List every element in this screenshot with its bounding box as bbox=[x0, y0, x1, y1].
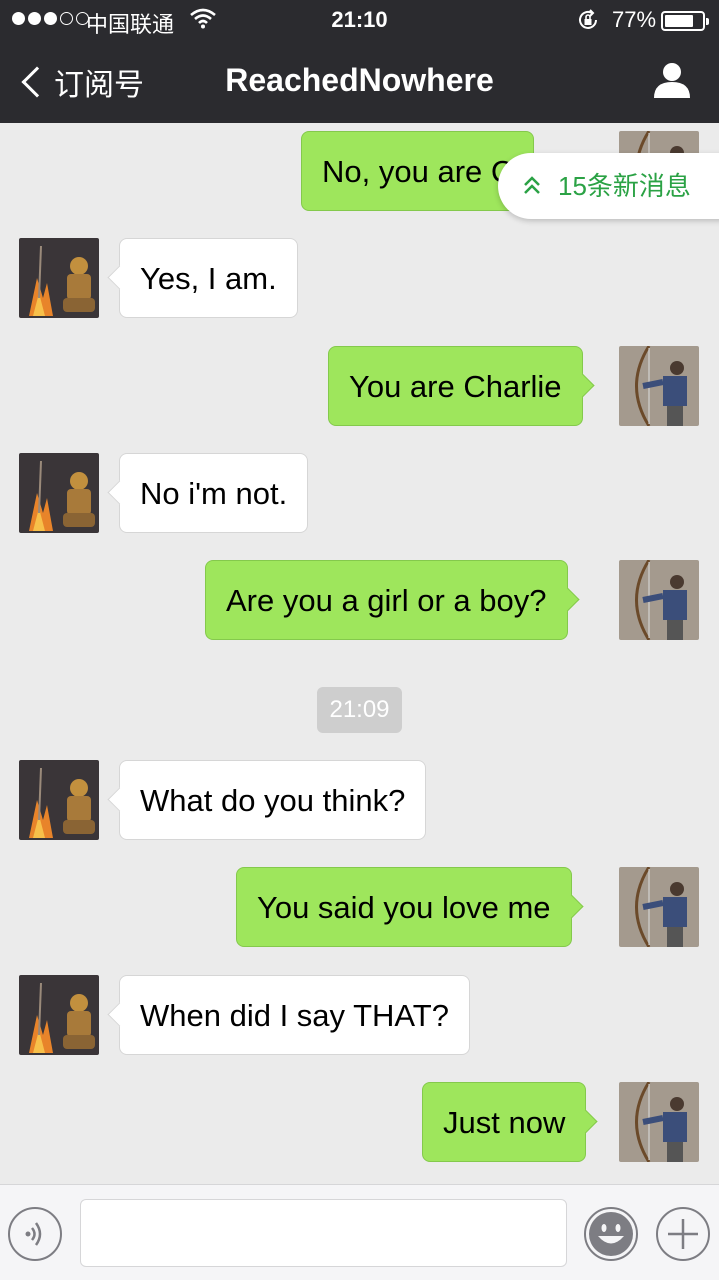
more-button[interactable] bbox=[656, 1207, 710, 1261]
outgoing-message-bubble[interactable]: Are you a girl or a boy? bbox=[205, 560, 568, 640]
rotation-lock-icon bbox=[576, 8, 600, 38]
input-bar bbox=[0, 1184, 719, 1280]
contact-avatar[interactable] bbox=[19, 975, 99, 1055]
person-icon bbox=[654, 63, 690, 98]
chat-history[interactable]: No, you are C Yes, I am. You are Charlie… bbox=[0, 123, 719, 1184]
outgoing-message-bubble[interactable]: Just now bbox=[422, 1082, 587, 1162]
chat-info-button[interactable] bbox=[652, 60, 692, 100]
my-avatar[interactable] bbox=[619, 560, 699, 640]
emoji-button[interactable] bbox=[584, 1207, 638, 1261]
outgoing-message-bubble[interactable]: You are Charlie bbox=[328, 346, 583, 426]
outgoing-message-bubble[interactable]: You said you love me bbox=[236, 867, 572, 947]
incoming-message-bubble[interactable]: No i'm not. bbox=[119, 453, 309, 533]
voice-icon bbox=[25, 1222, 42, 1246]
incoming-message-bubble[interactable]: What do you think? bbox=[119, 760, 427, 840]
top-bar: 中国联通 21:10 77% 订阅号 ReachedNowhere bbox=[0, 0, 719, 123]
contact-avatar[interactable] bbox=[19, 760, 99, 840]
my-avatar[interactable] bbox=[619, 867, 699, 947]
outgoing-message-bubble[interactable]: No, you are C bbox=[301, 131, 535, 211]
chat-title: ReachedNowhere bbox=[225, 62, 494, 98]
contact-avatar[interactable] bbox=[19, 453, 99, 533]
incoming-message-bubble[interactable]: When did I say THAT? bbox=[119, 975, 470, 1055]
time-divider: 21:09 bbox=[317, 687, 402, 733]
incoming-message-bubble[interactable]: Yes, I am. bbox=[119, 238, 298, 318]
message-input[interactable] bbox=[80, 1199, 567, 1267]
battery-percentage: 77% bbox=[612, 7, 657, 32]
voice-button[interactable] bbox=[8, 1207, 62, 1261]
new-messages-banner[interactable]: 15条新消息 bbox=[498, 153, 719, 219]
battery-icon bbox=[661, 11, 709, 31]
my-avatar[interactable] bbox=[619, 1082, 699, 1162]
status-bar: 中国联通 21:10 77% bbox=[0, 0, 719, 40]
navigation-bar: 订阅号 ReachedNowhere bbox=[0, 40, 719, 123]
plus-icon bbox=[668, 1219, 698, 1249]
double-chevron-up-icon bbox=[524, 176, 540, 194]
new-messages-label: 15条新消息 bbox=[558, 171, 691, 201]
emoji-icon bbox=[589, 1212, 633, 1256]
contact-avatar[interactable] bbox=[19, 238, 99, 318]
my-avatar[interactable] bbox=[619, 346, 699, 426]
